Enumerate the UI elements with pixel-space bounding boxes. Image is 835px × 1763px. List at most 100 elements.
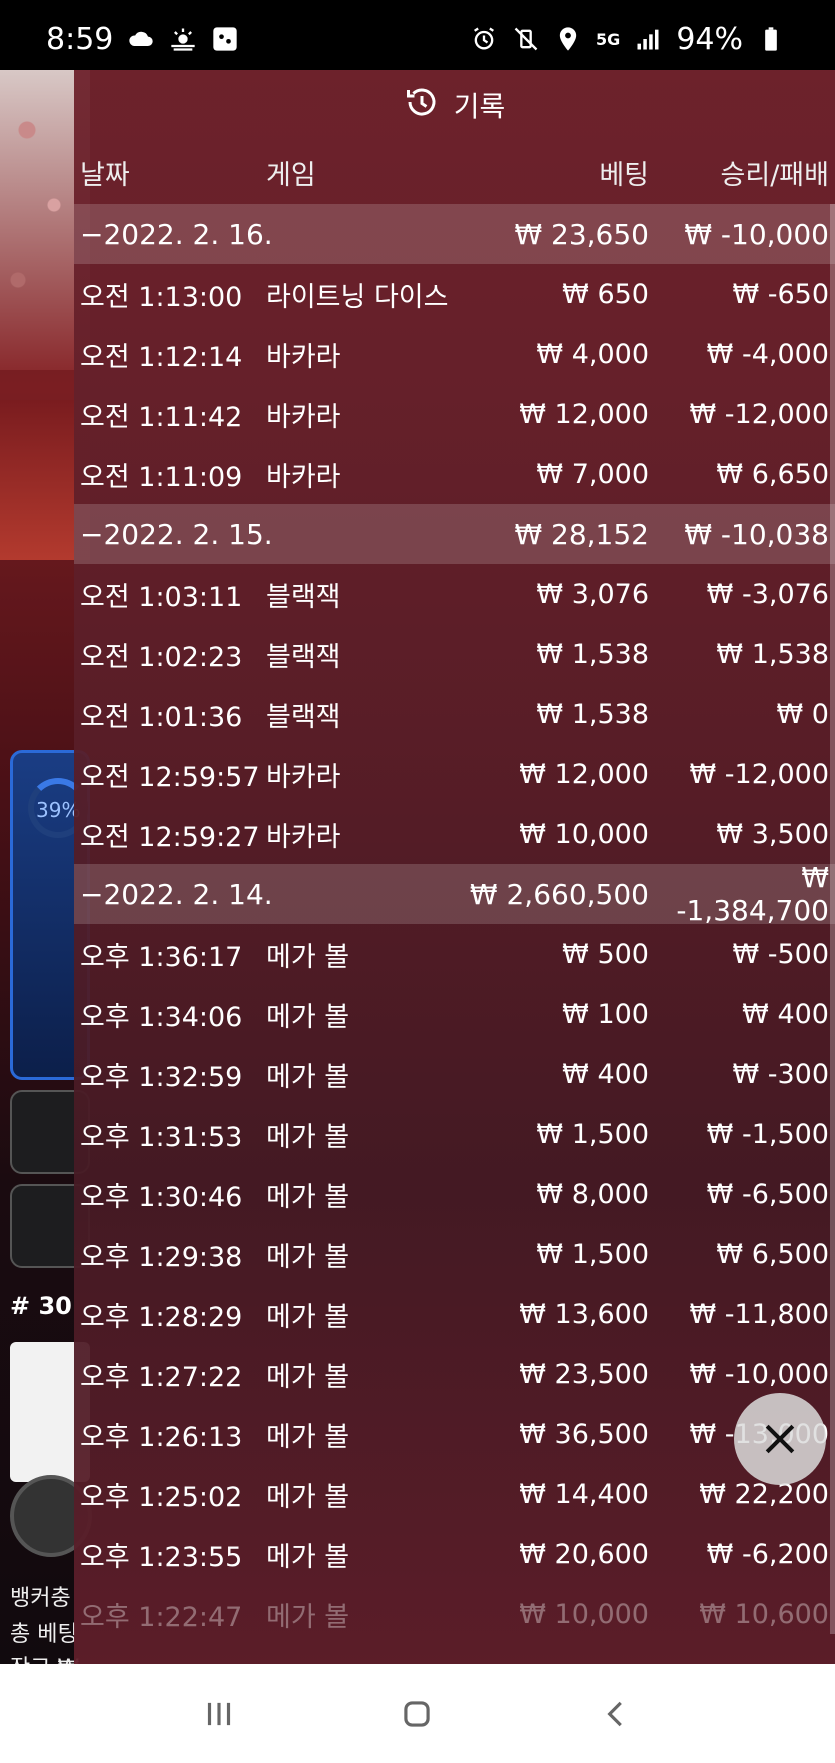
close-button[interactable]	[734, 1393, 826, 1485]
game-app-icon	[211, 25, 239, 53]
row-bet: ₩ 650	[562, 278, 649, 310]
row-win: ₩ -11,800	[689, 1298, 830, 1330]
row-win: ₩ -500	[732, 938, 829, 970]
row-time: 오후 1:23:55	[80, 1541, 243, 1573]
history-row[interactable]: 오후 1:36:17 메가 볼 ₩ 500 ₩ -500	[74, 924, 835, 984]
row-game: 메가 볼	[266, 1541, 350, 1573]
group-date: −2022. 2. 14.	[80, 877, 273, 911]
row-time: 오전 1:13:00	[80, 281, 243, 313]
battery-icon	[757, 25, 785, 53]
date-group-row[interactable]: −2022. 2. 16. ₩ 23,650 ₩ -10,000	[74, 204, 835, 264]
back-button[interactable]	[586, 1684, 646, 1744]
info-line-2: 총 베팅	[10, 1622, 78, 1647]
row-time: 오후 1:22:47	[80, 1601, 243, 1633]
history-row[interactable]: 오전 1:02:23 블랙잭 ₩ 1,538 ₩ 1,538	[74, 624, 835, 684]
history-panel[interactable]: 기록 날짜 게임 베팅 승리/패배 −2022. 2. 16. ₩ 23,650 ₩…	[74, 70, 835, 1664]
row-game: 메가 볼	[266, 1301, 350, 1333]
row-time: 오후 1:36:17	[80, 941, 243, 973]
sun-haze-icon	[169, 25, 197, 53]
history-row[interactable]: 오후 1:25:02 메가 볼 ₩ 14,400 ₩ 22,200	[74, 1464, 835, 1524]
group-date: −2022. 2. 16.	[80, 217, 273, 251]
group-total-win: ₩ -1,384,700	[676, 861, 829, 927]
col-header-win: 승리/패배	[720, 159, 829, 191]
row-time: 오후 1:31:53	[80, 1121, 243, 1153]
recent-apps-button[interactable]	[189, 1684, 249, 1744]
date-group-row[interactable]: −2022. 2. 15. ₩ 28,152 ₩ -10,038	[74, 504, 835, 564]
row-bet: ₩ 10,000	[519, 818, 649, 850]
history-row[interactable]: 오전 1:11:09 바카라 ₩ 7,000 ₩ 6,650	[74, 444, 835, 504]
history-row[interactable]: 오후 1:31:53 메가 볼 ₩ 1,500 ₩ -1,500	[74, 1104, 835, 1164]
row-game: 메가 볼	[266, 941, 350, 973]
date-group-row[interactable]: −2022. 2. 14. ₩ 2,660,500 ₩ -1,384,700	[74, 861, 835, 927]
row-game: 메가 볼	[266, 1481, 350, 1513]
history-row[interactable]: 오후 1:23:55 메가 볼 ₩ 20,600 ₩ -6,200	[74, 1524, 835, 1584]
row-win: ₩ -4,000	[706, 338, 829, 370]
row-game: 바카라	[266, 821, 341, 853]
row-bet: ₩ 7,000	[536, 458, 649, 490]
row-game: 메가 볼	[266, 1121, 350, 1153]
history-row[interactable]: 오후 1:34:06 메가 볼 ₩ 100 ₩ 400	[74, 984, 835, 1044]
history-row[interactable]: 오후 1:22:47 메가 볼 ₩ 10,000 ₩ 10,600	[74, 1584, 835, 1644]
row-bet: ₩ 8,000	[536, 1178, 649, 1210]
home-button[interactable]	[387, 1684, 447, 1744]
battery-percent: 94%	[676, 21, 743, 57]
row-time: 오후 1:25:02	[80, 1481, 243, 1513]
history-icon	[404, 84, 440, 127]
group-date: −2022. 2. 15.	[80, 517, 273, 551]
row-win: ₩ -3,076	[706, 578, 829, 610]
row-bet: ₩ 14,400	[519, 1478, 649, 1510]
recent-apps-icon	[208, 1702, 231, 1725]
row-bet: ₩ 500	[562, 938, 649, 970]
row-bet: ₩ 20,600	[519, 1538, 649, 1570]
group-total-bet: ₩ 28,152	[514, 517, 649, 551]
row-game: 블랙잭	[266, 581, 341, 613]
row-game: 바카라	[266, 341, 341, 373]
history-row[interactable]: 오후 1:32:59 메가 볼 ₩ 400 ₩ -300	[74, 1044, 835, 1104]
history-row[interactable]: 오후 1:30:46 메가 볼 ₩ 8,000 ₩ -6,500	[74, 1164, 835, 1224]
history-row[interactable]: 오전 1:11:42 바카라 ₩ 12,000 ₩ -12,000	[74, 384, 835, 444]
cloud-icon	[127, 25, 155, 53]
row-bet: ₩ 12,000	[519, 758, 649, 790]
network-label: 5G	[596, 29, 621, 49]
history-row[interactable]: 오후 1:27:22 메가 볼 ₩ 23,500 ₩ -10,000	[74, 1344, 835, 1404]
history-row[interactable]: 오전 1:03:11 블랙잭 ₩ 3,076 ₩ -3,076	[74, 564, 835, 624]
row-bet: ₩ 36,500	[519, 1418, 649, 1450]
nav-bar	[0, 1664, 835, 1763]
row-win: ₩ -6,200	[706, 1538, 829, 1570]
info-line-1: 뱅커충	[10, 1586, 71, 1611]
alarm-icon	[470, 25, 498, 53]
history-row[interactable]: 오전 1:01:36 블랙잭 ₩ 1,538 ₩ 0	[74, 684, 835, 744]
status-right: 5G 94%	[470, 22, 785, 57]
row-game: 메가 볼	[266, 1361, 350, 1393]
scrollbar[interactable]	[830, 204, 835, 1634]
column-headers: 날짜 게임 베팅 승리/패배	[74, 140, 835, 204]
history-row[interactable]: 오전 12:59:27 바카라 ₩ 10,000 ₩ 3,500	[74, 804, 835, 864]
location-icon	[554, 25, 582, 53]
history-list[interactable]: −2022. 2. 16. ₩ 23,650 ₩ -10,000 오전 1:13:00…	[74, 204, 835, 1644]
row-bet: ₩ 12,000	[519, 398, 649, 430]
row-time: 오전 1:12:14	[80, 341, 243, 373]
row-time: 오전 1:01:36	[80, 701, 243, 733]
row-game: 메가 볼	[266, 1421, 350, 1453]
home-icon	[404, 1700, 431, 1727]
row-bet: ₩ 1,538	[536, 638, 649, 670]
info-line-3: 잔고 ₩	[10, 1650, 79, 1664]
history-row[interactable]: 오후 1:29:38 메가 볼 ₩ 1,500 ₩ 6,500	[74, 1224, 835, 1284]
round-label: # 30	[10, 1292, 72, 1320]
row-time: 오후 1:29:38	[80, 1241, 243, 1273]
history-row[interactable]: 오전 1:12:14 바카라 ₩ 4,000 ₩ -4,000	[74, 324, 835, 384]
row-win: ₩ 3,500	[716, 818, 829, 850]
history-row[interactable]: 오후 1:28:29 메가 볼 ₩ 13,600 ₩ -11,800	[74, 1284, 835, 1344]
row-bet: ₩ 1,538	[536, 698, 649, 730]
row-game: 메가 볼	[266, 1061, 350, 1093]
row-win: ₩ -650	[732, 278, 829, 310]
row-time: 오전 1:11:09	[80, 461, 243, 493]
history-row[interactable]: 오후 1:26:13메가 볼₩ 36,500₩ -13,000	[74, 1404, 835, 1464]
row-time: 오전 12:59:57	[80, 761, 260, 793]
row-time: 오후 1:32:59	[80, 1061, 243, 1093]
row-win: ₩ 22,200	[699, 1478, 829, 1510]
history-row[interactable]: 오전 1:13:00 라이트닝 다이스 ₩ 650 ₩ -650	[74, 264, 835, 324]
row-time: 오전 12:59:27	[80, 821, 260, 853]
history-row[interactable]: 오전 12:59:57 바카라 ₩ 12,000 ₩ -12,000	[74, 744, 835, 804]
row-win: ₩ -6,500	[706, 1178, 829, 1210]
